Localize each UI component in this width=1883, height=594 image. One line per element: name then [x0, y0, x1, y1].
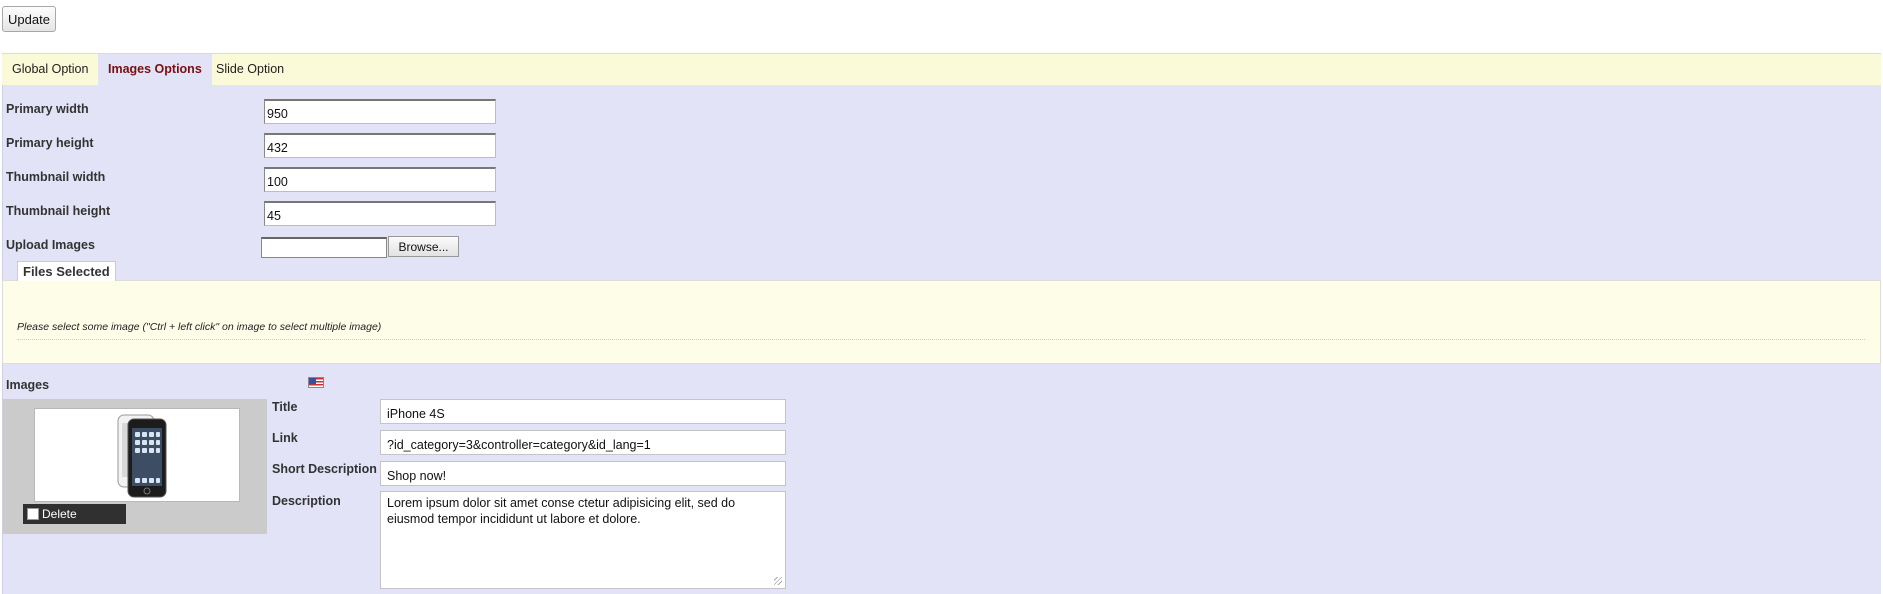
primary-height-input[interactable] [264, 133, 496, 158]
title-label: Title [272, 400, 298, 414]
resize-handle[interactable] [774, 577, 782, 585]
tab-global-option[interactable]: Global Option [2, 54, 98, 85]
delete-label: Delete [42, 507, 77, 521]
upload-images-label: Upload Images [6, 238, 95, 252]
description-text: Lorem ipsum dolor sit amet conse ctetur … [387, 496, 736, 526]
tab-bar: Global Option Images Options Slide Optio… [2, 53, 1881, 85]
tab-images-options[interactable]: Images Options [98, 54, 212, 85]
files-selected-box: Please select some image ("Ctrl + left c… [2, 280, 1881, 364]
thumbnail-width-input[interactable] [264, 167, 496, 192]
tab-slide-option[interactable]: Slide Option [206, 54, 294, 85]
image-thumbnail-panel: Delete [3, 399, 267, 534]
short-description-label: Short Description [272, 462, 377, 476]
divider [17, 339, 1865, 340]
thumbnail-height-label: Thumbnail height [6, 204, 111, 218]
files-selected-legend: Files Selected [17, 261, 116, 281]
image-thumbnail[interactable] [34, 408, 240, 502]
delete-checkbox[interactable] [27, 508, 39, 520]
update-button[interactable]: Update [2, 6, 56, 32]
phone-image [117, 414, 167, 498]
thumbnail-height-input[interactable] [264, 201, 496, 226]
primary-width-label: Primary width [6, 102, 89, 116]
description-label: Description [272, 494, 341, 508]
files-selected-note: Please select some image ("Ctrl + left c… [17, 321, 382, 333]
file-path-field[interactable] [261, 237, 387, 258]
title-input[interactable] [380, 399, 786, 424]
primary-height-label: Primary height [6, 136, 94, 150]
link-input[interactable] [380, 430, 786, 455]
thumbnail-width-label: Thumbnail width [6, 170, 106, 184]
primary-width-input[interactable] [264, 99, 496, 124]
short-description-input[interactable] [380, 461, 786, 486]
browse-button[interactable]: Browse... [388, 236, 459, 257]
description-textarea[interactable]: Lorem ipsum dolor sit amet conse ctetur … [380, 491, 786, 589]
delete-toggle: Delete [23, 504, 126, 524]
us-flag-icon[interactable] [308, 377, 324, 388]
images-heading: Images [6, 378, 50, 392]
link-label: Link [272, 431, 298, 445]
